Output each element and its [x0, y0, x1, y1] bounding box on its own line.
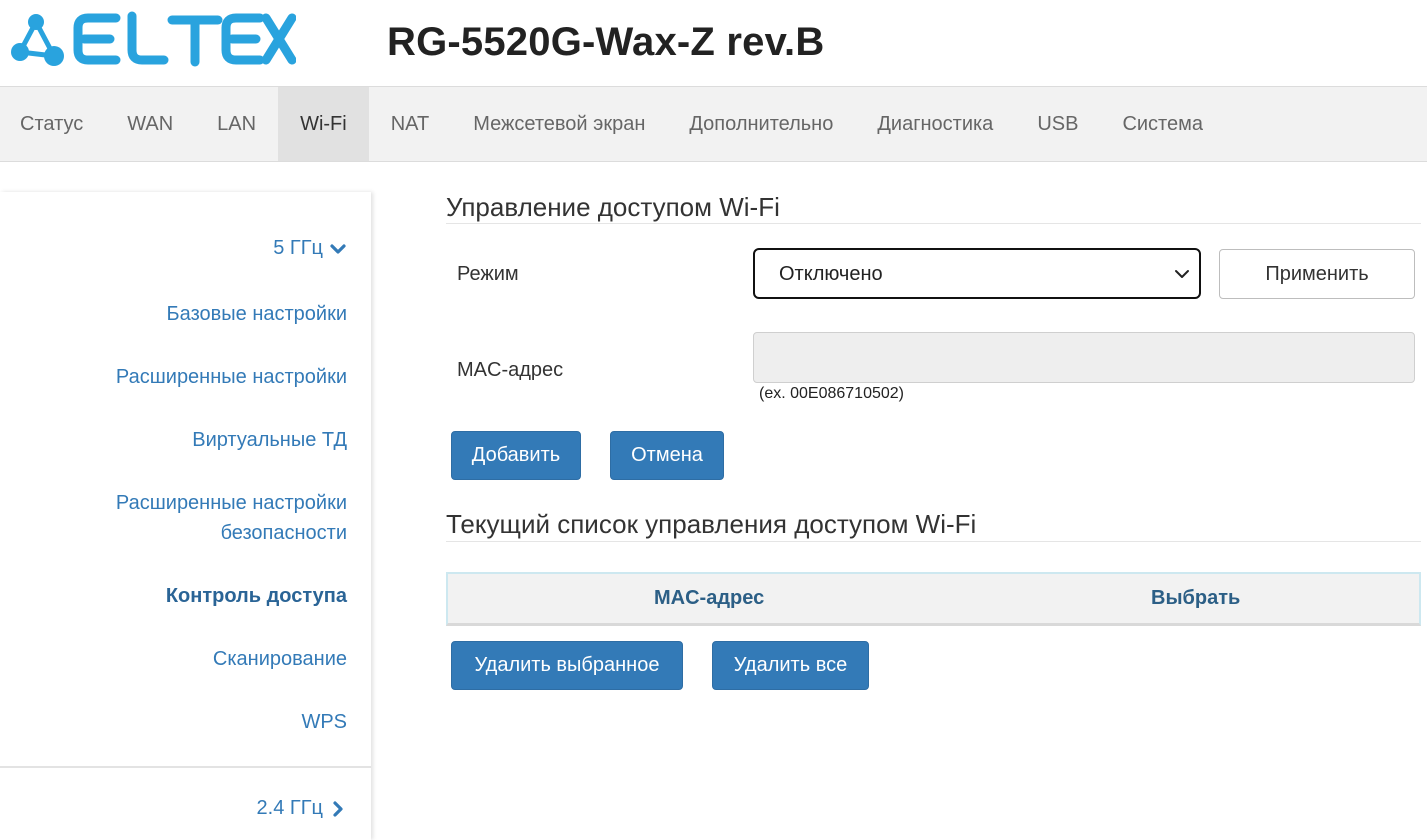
sidebar-item-scanning[interactable]: Сканирование: [27, 644, 347, 674]
sidebar: 5 ГГц Базовые настройки Расширенные наст…: [0, 192, 371, 840]
nav-item-lan[interactable]: LAN: [195, 87, 278, 161]
nav-item-advanced[interactable]: Дополнительно: [667, 87, 855, 161]
sidebar-item-basic-settings[interactable]: Базовые настройки: [27, 299, 347, 329]
chevron-right-icon: [333, 800, 343, 817]
apply-button[interactable]: Применить: [1219, 249, 1415, 299]
cancel-button[interactable]: Отмена: [610, 431, 724, 480]
column-header-select: Выбрать: [1151, 587, 1241, 609]
mode-label: Режим: [457, 263, 519, 285]
eltex-logo[interactable]: [6, 8, 297, 70]
sidebar-divider: [0, 766, 371, 768]
chevron-down-icon: [330, 243, 346, 254]
device-model-title: RG-5520G-Wax-Z rev.B: [387, 20, 825, 64]
main-nav: Статус WAN LAN Wi-Fi NAT Межсетевой экра…: [0, 86, 1427, 162]
nav-item-usb[interactable]: USB: [1015, 87, 1100, 161]
logo-mark-icon: [11, 14, 64, 66]
column-header-mac: MAC-адрес: [654, 587, 765, 609]
nav-item-firewall[interactable]: Межсетевой экран: [451, 87, 667, 161]
header: RG-5520G-Wax-Z rev.B: [0, 0, 1427, 86]
sidebar-group-5ghz[interactable]: 5 ГГц: [273, 237, 347, 260]
nav-item-nat[interactable]: NAT: [369, 87, 452, 161]
mac-address-label: MAC-адрес: [457, 359, 564, 381]
sidebar-group-24ghz[interactable]: 2.4 ГГц: [257, 797, 347, 820]
mac-address-hint: (ex. 00E086710502): [759, 385, 904, 402]
add-button[interactable]: Добавить: [451, 431, 581, 480]
sidebar-item-wps[interactable]: WPS: [27, 707, 347, 737]
sidebar-group-24ghz-label: 2.4 ГГц: [256, 797, 323, 819]
sidebar-group-5ghz-label: 5 ГГц: [273, 237, 323, 259]
access-list-table-header: MAC-адрес Выбрать: [446, 572, 1421, 626]
sidebar-item-virtual-ap[interactable]: Виртуальные ТД: [27, 425, 347, 455]
sidebar-item-access-control[interactable]: Контроль доступа: [27, 581, 347, 611]
delete-selected-button[interactable]: Удалить выбранное: [451, 641, 683, 690]
nav-item-diagnostics[interactable]: Диагностика: [855, 87, 1015, 161]
mac-address-input[interactable]: [753, 332, 1415, 383]
sidebar-item-advanced-security[interactable]: Расширенные настройки безопасности: [67, 488, 347, 548]
nav-item-system[interactable]: Система: [1100, 87, 1225, 161]
current-list-title: Текущий список управления доступом Wi-Fi: [446, 509, 977, 539]
mode-select[interactable]: Отключено: [753, 248, 1201, 299]
mode-select-value: Отключено: [779, 263, 883, 285]
nav-item-status[interactable]: Статус: [0, 87, 105, 161]
access-control-title: Управление доступом Wi-Fi: [446, 192, 780, 222]
nav-item-wifi[interactable]: Wi-Fi: [278, 87, 369, 161]
section-divider: [446, 541, 1421, 542]
nav-item-wan[interactable]: WAN: [105, 87, 195, 161]
delete-all-button[interactable]: Удалить все: [712, 641, 869, 690]
section-divider: [446, 223, 1421, 224]
chevron-down-icon: [1175, 270, 1189, 278]
sidebar-item-advanced-settings[interactable]: Расширенные настройки: [27, 362, 347, 392]
